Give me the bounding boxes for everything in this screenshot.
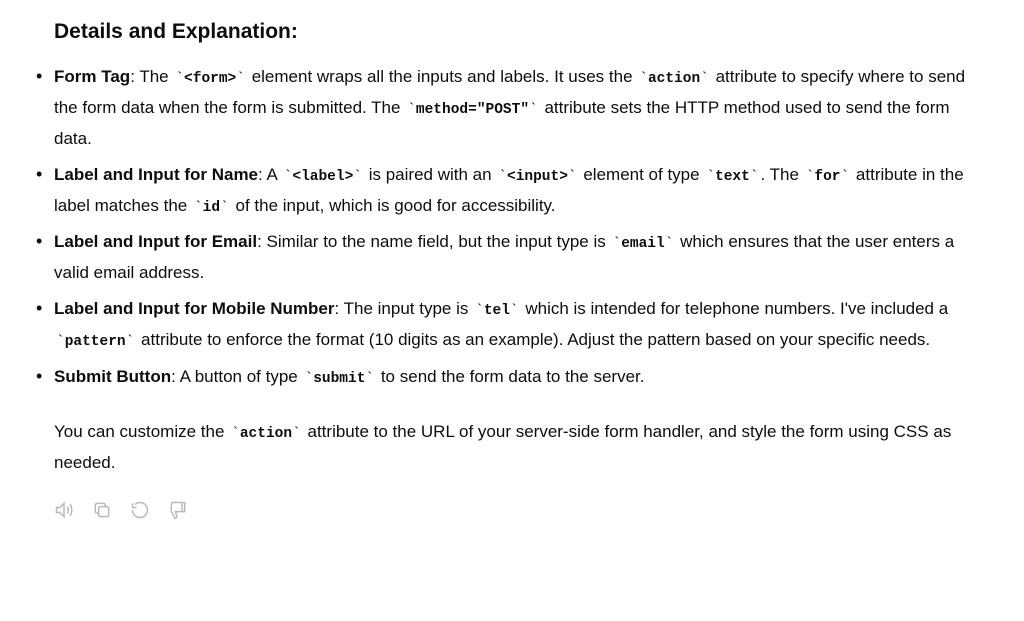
list-item: Label and Input for Name: A <label> is p… <box>32 160 984 222</box>
thumbs-down-icon[interactable] <box>168 500 188 520</box>
item-title: Label and Input for Email <box>54 232 257 251</box>
list-item: Label and Input for Email: Similar to th… <box>32 227 984 288</box>
action-bar <box>54 500 984 520</box>
code-pattern: pattern <box>54 333 136 351</box>
code-method: method="POST" <box>405 101 540 119</box>
list-item: Submit Button: A button of type submit t… <box>32 362 984 393</box>
code-action: action <box>637 70 711 88</box>
closing-paragraph: You can customize the action attribute t… <box>54 417 984 478</box>
code-email: email <box>610 235 675 253</box>
section-heading: Details and Explanation: <box>54 20 984 44</box>
code-text: text <box>704 168 760 186</box>
item-title: Label and Input for Name <box>54 165 258 184</box>
list-item: Form Tag: The <form> element wraps all t… <box>32 62 984 154</box>
read-aloud-icon[interactable] <box>54 500 74 520</box>
code-submit: submit <box>302 370 376 388</box>
copy-icon[interactable] <box>92 500 112 520</box>
code-for: for <box>804 168 852 186</box>
code-label: <label> <box>282 168 364 186</box>
explanation-list: Form Tag: The <form> element wraps all t… <box>32 62 984 393</box>
item-title: Submit Button <box>54 367 171 386</box>
list-item: Label and Input for Mobile Number: The i… <box>32 294 984 356</box>
code-id: id <box>192 199 231 217</box>
item-title: Form Tag <box>54 67 130 86</box>
code-tel: tel <box>473 302 521 320</box>
item-title: Label and Input for Mobile Number <box>54 299 335 318</box>
code-form: <form> <box>173 70 247 88</box>
code-input: <input> <box>496 168 578 186</box>
regenerate-icon[interactable] <box>130 500 150 520</box>
code-action: action <box>229 425 303 443</box>
